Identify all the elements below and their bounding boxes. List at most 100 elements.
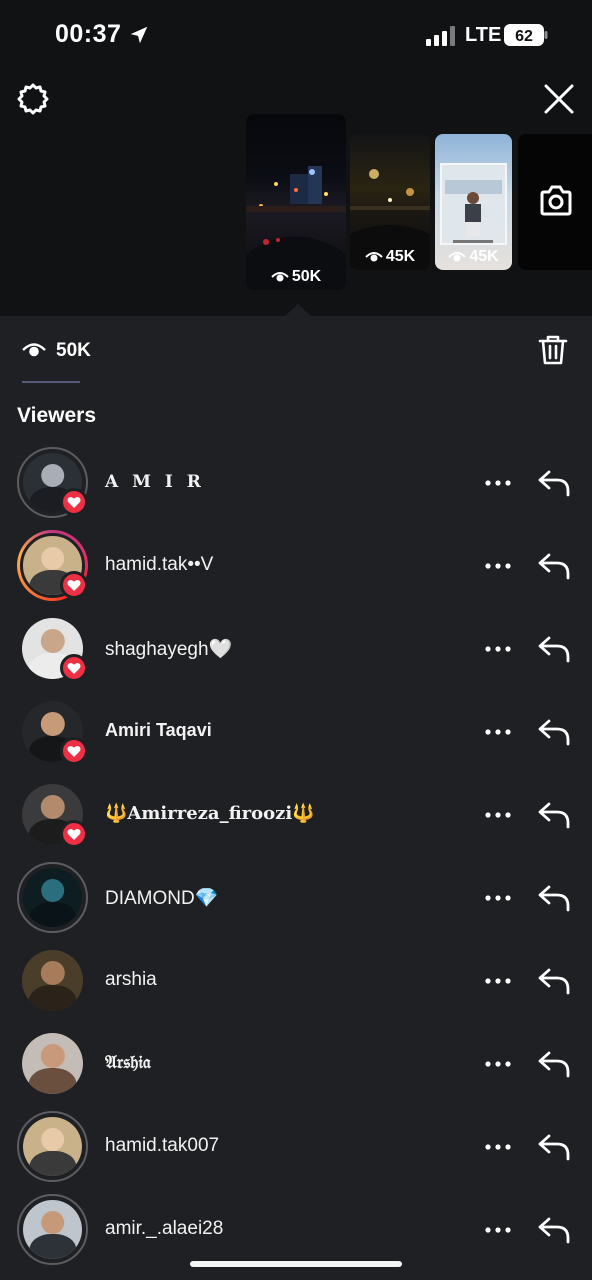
story-header: 00:37 LTE 62 50K 45K 45K [0,0,592,317]
eye-icon [365,252,383,262]
eye-icon [22,343,46,357]
story-thumbnail-1[interactable]: 50K [246,114,346,290]
network-type: LTE [465,24,502,46]
more-options-icon[interactable] [485,729,511,735]
liked-heart-badge [60,820,88,848]
viewer-row[interactable]: hamid.tak007 [0,1106,592,1189]
status-time: 00:37 [55,20,122,48]
viewers-heading: Viewers [17,404,97,427]
reply-icon[interactable] [537,1216,571,1244]
viewer-row[interactable]: shaghayegh🤍 [0,608,592,691]
more-options-icon[interactable] [485,1144,511,1150]
avatar-figure-head [40,546,65,571]
avatar[interactable] [17,862,88,933]
viewer-username[interactable]: shaghayegh🤍 [105,637,232,661]
viewer-username[interactable]: DIAMOND💎 [105,886,218,910]
story-thumbnail-2[interactable]: 45K [350,134,430,270]
avatar[interactable] [17,1111,88,1182]
home-indicator [190,1261,402,1267]
more-options-icon[interactable] [485,812,511,818]
heart-icon [67,745,81,757]
avatar-image [23,868,82,927]
reply-icon[interactable] [537,967,571,995]
story-views-label: 45K [469,248,499,265]
reply-icon[interactable] [537,1050,571,1078]
gear-icon[interactable] [16,82,50,116]
avatar-image [23,1200,82,1259]
avatar-figure-head [40,711,65,737]
reply-icon[interactable] [537,635,571,663]
viewer-row[interactable]: DIAMOND💎 [0,857,592,940]
signal-bars-icon [426,26,455,46]
more-options-icon[interactable] [485,895,511,901]
avatar-figure-body [28,1151,77,1176]
heart-icon [67,579,81,591]
avatar[interactable] [17,1028,88,1099]
battery-icon: 62 [504,24,548,46]
liked-heart-badge [60,488,88,516]
more-options-icon[interactable] [485,563,511,569]
viewer-row[interactable]: A M I R [0,442,592,525]
avatar-figure-head [40,628,65,654]
more-options-icon[interactable] [485,480,511,486]
heart-icon [67,828,81,840]
close-icon[interactable] [542,82,576,116]
total-view-count: 50K [56,340,91,361]
liked-heart-badge [60,654,88,682]
story-view-count: 50K [246,268,346,286]
avatar-figure-head [40,1127,65,1152]
avatar-figure-head [40,463,65,488]
viewer-username[interactable]: arshia [105,969,157,991]
avatar-figure-head [40,1043,65,1069]
camera-icon[interactable] [538,184,574,218]
viewer-row[interactable]: arshia [0,940,592,1023]
avatar-image [22,950,83,1011]
more-options-icon[interactable] [485,1061,511,1067]
story-views-label: 45K [385,248,416,265]
more-options-icon[interactable] [485,978,511,984]
avatar-figure-body [28,902,77,927]
viewer-row[interactable]: 🔱Amirreza_firoozi🔱 [0,774,592,857]
avatar-figure-head [40,960,65,986]
viewer-username[interactable]: amir._.alaei28 [105,1218,223,1240]
viewer-username[interactable]: 🔱Amirreza_firoozi🔱 [105,803,315,824]
avatar-image [23,1117,82,1176]
reply-icon[interactable] [537,552,571,580]
battery-level: 62 [515,28,533,45]
avatar[interactable] [17,945,88,1016]
viewer-username[interactable]: 𝔄𝔯𝔰𝔥𝔦𝔞 [105,1052,151,1073]
avatar-image [22,1033,83,1094]
viewer-row[interactable]: 𝔄𝔯𝔰𝔥𝔦𝔞 [0,1023,592,1106]
viewer-row[interactable]: hamid.tak••V [0,525,592,608]
reply-icon[interactable] [537,884,571,912]
eye-icon [448,252,467,262]
reply-icon[interactable] [537,801,571,829]
more-options-icon[interactable] [485,646,511,652]
status-bar: 00:37 LTE 62 [0,0,592,70]
eye-icon [271,272,289,282]
trash-icon[interactable] [538,334,568,366]
story-view-count: 45K [435,248,512,266]
story-view-count: 45K [350,248,430,266]
viewer-row[interactable]: amir._.alaei28 [0,1189,592,1272]
liked-heart-badge [60,571,88,599]
tab-underline [22,381,80,383]
reply-icon[interactable] [537,718,571,746]
viewer-username[interactable]: A M I R [105,472,205,492]
reply-icon[interactable] [537,469,571,497]
viewer-username[interactable]: hamid.tak007 [105,1135,219,1157]
avatar-figure-body [28,985,77,1011]
location-arrow-icon [130,26,148,44]
more-options-icon[interactable] [485,1227,511,1233]
story-image [246,166,346,290]
avatar[interactable] [17,1194,88,1265]
viewer-row[interactable]: Amiri Taqavi [0,691,592,774]
heart-icon [67,662,81,674]
viewer-username[interactable]: hamid.tak••V [105,554,213,576]
viewer-username[interactable]: Amiri Taqavi [105,720,212,741]
avatar-figure-head [40,1210,65,1235]
avatar-figure-head [40,878,65,903]
story-views-label: 50K [291,268,322,285]
reply-icon[interactable] [537,1133,571,1161]
story-thumbnail-3[interactable]: 45K [435,134,512,270]
